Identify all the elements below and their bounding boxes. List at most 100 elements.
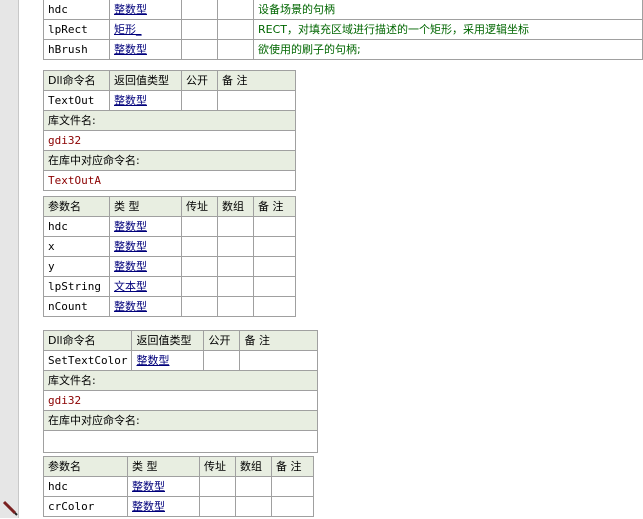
by-ref-cell xyxy=(181,0,218,20)
param-type-link[interactable]: 整数型 xyxy=(127,476,200,497)
lib-cmd-label: 在库中对应命令名: xyxy=(42,410,319,431)
array-cell[interactable] xyxy=(217,256,254,277)
param-type-link[interactable]: 整数型 xyxy=(127,496,200,517)
public-header: 公开 xyxy=(203,330,241,351)
by-ref-cell[interactable] xyxy=(181,296,218,317)
param-type-link[interactable]: 整数型 xyxy=(109,216,182,237)
param-name[interactable]: nCount xyxy=(43,296,110,317)
ret-type-link[interactable]: 整数型 xyxy=(109,90,182,111)
remark-header: 备 注 xyxy=(217,70,296,91)
remark-header: 备 注 xyxy=(271,456,314,477)
array-cell xyxy=(217,19,254,40)
param-name[interactable]: crColor xyxy=(43,496,128,517)
table-row[interactable]: nCount 整数型 xyxy=(43,296,296,317)
param-type-link[interactable]: 整数型 xyxy=(109,236,182,257)
by-ref-cell[interactable] xyxy=(181,216,218,237)
param-remark: 欲使用的刷子的句柄; xyxy=(253,39,643,60)
dll-cmd-header: Dll命令名 xyxy=(42,330,133,351)
public-cell[interactable] xyxy=(203,350,241,371)
param-remark: RECT，对填充区域进行描述的一个矩形，采用逻辑坐标 xyxy=(253,19,643,40)
dll-textout-params-table: 参数名 类 型 传址 数组 备 注 hdc 整数型 x 整数型 y 整数型 lp… xyxy=(43,196,296,317)
dll-cmd-name[interactable]: SetTextColor xyxy=(42,350,133,371)
table-row[interactable]: lpString 文本型 xyxy=(43,276,296,297)
public-header: 公开 xyxy=(181,70,218,91)
param-name[interactable]: x xyxy=(43,236,110,257)
lib-cmd-value[interactable]: TextOutA xyxy=(43,170,296,191)
array-cell[interactable] xyxy=(217,216,254,237)
lib-file-value[interactable]: gdi32 xyxy=(42,390,319,411)
by-ref-cell[interactable] xyxy=(181,236,218,257)
dll-settextcolor-header-table: Dll命令名 返回值类型 公开 备 注 SetTextColor 整数型 库文件… xyxy=(42,330,319,453)
remark-cell[interactable] xyxy=(253,276,296,297)
table-row[interactable]: hdc 整数型 xyxy=(43,476,314,497)
table-row[interactable]: TextOut 整数型 xyxy=(43,90,296,111)
array-cell[interactable] xyxy=(235,476,272,497)
array-cell[interactable] xyxy=(217,236,254,257)
remark-cell[interactable] xyxy=(253,236,296,257)
remark-header: 备 注 xyxy=(239,330,319,351)
array-cell[interactable] xyxy=(217,296,254,317)
table-row[interactable]: hdc 整数型 设备场景的句柄 xyxy=(43,0,643,20)
param-type-header: 类 型 xyxy=(127,456,200,477)
table-row[interactable]: SetTextColor 整数型 xyxy=(42,350,319,371)
remark-header: 备 注 xyxy=(253,196,296,217)
param-type-link[interactable]: 整数型 xyxy=(109,0,182,20)
array-cell[interactable] xyxy=(217,276,254,297)
remark-cell[interactable] xyxy=(271,496,314,517)
param-name: hdc xyxy=(43,0,110,20)
by-ref-cell[interactable] xyxy=(199,476,236,497)
lib-cmd-label: 在库中对应命令名: xyxy=(43,150,296,171)
table-row[interactable]: crColor 整数型 xyxy=(43,496,314,517)
ret-type-header: 返回值类型 xyxy=(131,330,205,351)
array-header: 数组 xyxy=(217,196,254,217)
remark-cell[interactable] xyxy=(253,256,296,277)
lib-cmd-value[interactable] xyxy=(42,430,319,453)
param-type-header: 类 型 xyxy=(109,196,182,217)
dll-textout-header-table: Dll命令名 返回值类型 公开 备 注 TextOut 整数型 库文件名: gd… xyxy=(43,70,296,191)
public-cell[interactable] xyxy=(181,90,218,111)
param-name: hBrush xyxy=(43,39,110,60)
dll-cmd-name[interactable]: TextOut xyxy=(43,90,110,111)
by-ref-cell[interactable] xyxy=(199,496,236,517)
table-row[interactable]: y 整数型 xyxy=(43,256,296,277)
by-ref-header: 传址 xyxy=(181,196,218,217)
remark-cell[interactable] xyxy=(253,296,296,317)
param-name[interactable]: lpString xyxy=(43,276,110,297)
param-name[interactable]: hdc xyxy=(43,476,128,497)
param-type-link[interactable]: 整数型 xyxy=(109,39,182,60)
by-ref-cell[interactable] xyxy=(181,256,218,277)
dll-settextcolor-params-table: 参数名 类 型 传址 数组 备 注 hdc 整数型 crColor 整数型 xyxy=(43,456,314,517)
ret-type-link[interactable]: 整数型 xyxy=(131,350,205,371)
array-cell xyxy=(217,0,254,20)
remark-cell[interactable] xyxy=(239,350,319,371)
param-name[interactable]: hdc xyxy=(43,216,110,237)
table-row[interactable]: hdc 整数型 xyxy=(43,216,296,237)
param-type-link[interactable]: 整数型 xyxy=(109,256,182,277)
array-cell xyxy=(217,39,254,60)
param-remark: 设备场景的句柄 xyxy=(253,0,643,20)
lib-file-label: 库文件名: xyxy=(42,370,319,391)
remark-cell[interactable] xyxy=(217,90,296,111)
ret-type-header: 返回值类型 xyxy=(109,70,182,91)
param-name[interactable]: y xyxy=(43,256,110,277)
by-ref-cell[interactable] xyxy=(181,276,218,297)
param-name-header: 参数名 xyxy=(43,456,128,477)
top-params-table: hdc 整数型 设备场景的句柄 lpRect 矩形_ RECT，对填充区域进行描… xyxy=(43,0,643,60)
dll-cmd-header: Dll命令名 xyxy=(43,70,110,91)
table-row[interactable]: hBrush 整数型 欲使用的刷子的句柄; xyxy=(43,39,643,60)
editor-gutter xyxy=(0,0,19,518)
table-row[interactable]: lpRect 矩形_ RECT，对填充区域进行描述的一个矩形，采用逻辑坐标 xyxy=(43,19,643,40)
array-cell[interactable] xyxy=(235,496,272,517)
remark-cell[interactable] xyxy=(253,216,296,237)
param-name: lpRect xyxy=(43,19,110,40)
pen-icon xyxy=(2,500,18,516)
by-ref-cell xyxy=(181,39,218,60)
by-ref-cell xyxy=(181,19,218,40)
lib-file-value[interactable]: gdi32 xyxy=(43,130,296,151)
by-ref-header: 传址 xyxy=(199,456,236,477)
param-type-link[interactable]: 整数型 xyxy=(109,296,182,317)
param-type-link[interactable]: 文本型 xyxy=(109,276,182,297)
remark-cell[interactable] xyxy=(271,476,314,497)
table-row[interactable]: x 整数型 xyxy=(43,236,296,257)
param-type-link[interactable]: 矩形_ xyxy=(109,19,182,40)
